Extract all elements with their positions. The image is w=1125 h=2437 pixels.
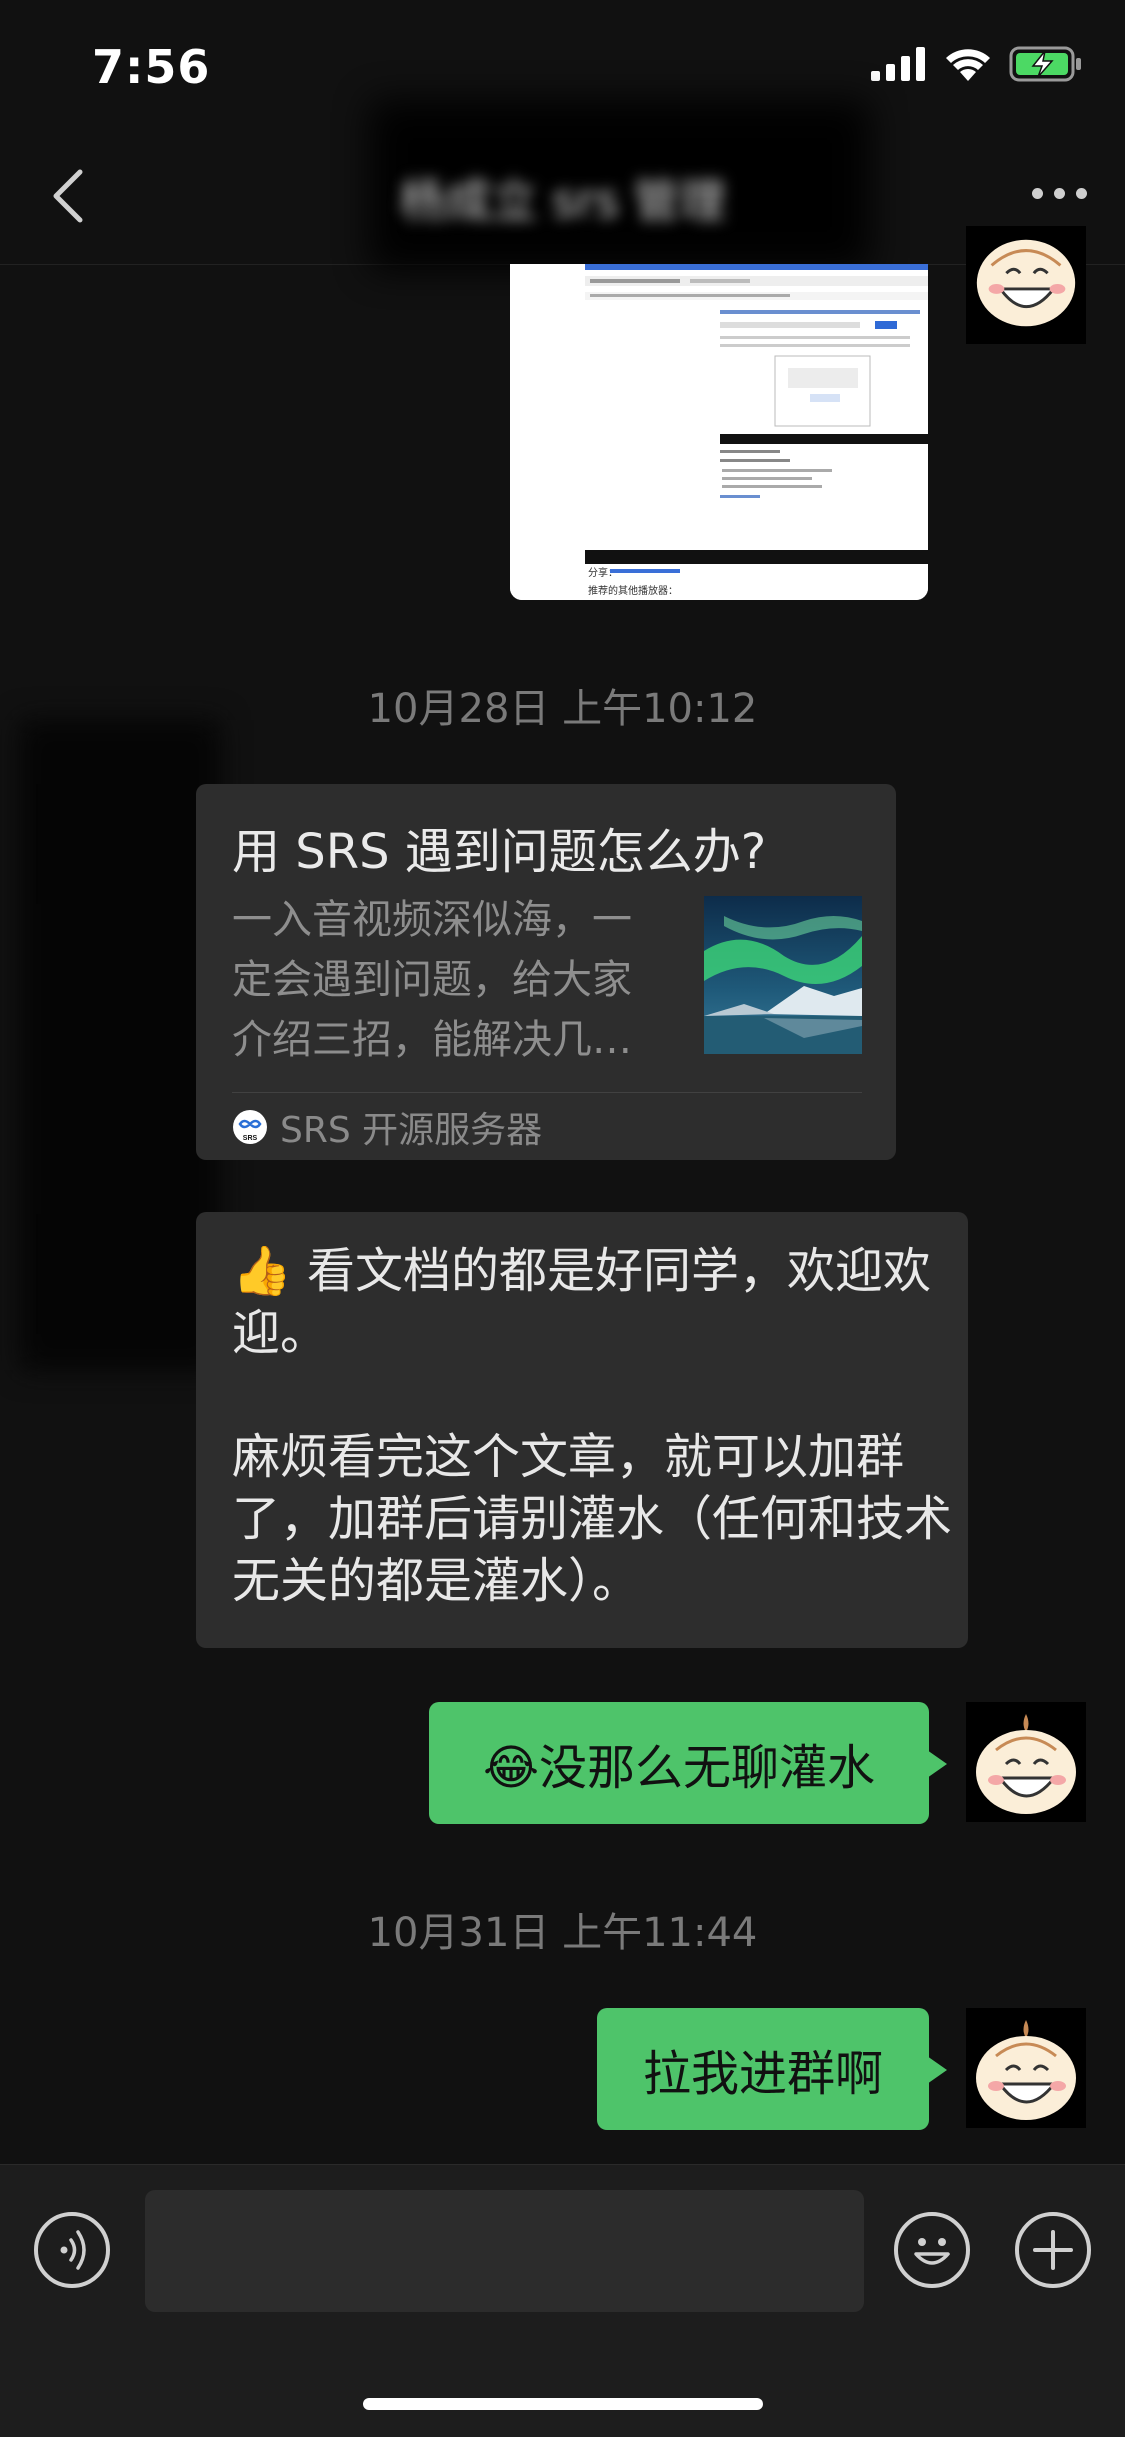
signal-icon: [871, 47, 925, 81]
bun-avatar-icon: [967, 226, 1085, 344]
home-indicator: [363, 2398, 763, 2410]
card-divider: [232, 1092, 862, 1093]
card-source: SRS SRS 开源服务器: [232, 1102, 542, 1152]
message-text: 拉我进群啊: [642, 2046, 883, 2102]
card-thumbnail: [704, 896, 862, 1054]
voice-icon: [60, 2230, 86, 2270]
plus-icon: [1033, 2230, 1073, 2270]
message-text: 👍 看文档的都是好同学，欢迎欢迎。 麻烦看完这个文章，就可以加群了，加群后请别灌…: [232, 1243, 953, 1609]
card-title: 用 SRS 遇到问题怎么办?: [232, 824, 767, 880]
voice-button[interactable]: [34, 2212, 110, 2288]
more-dots-icon[interactable]: [1032, 188, 1087, 199]
avatar[interactable]: [966, 226, 1086, 344]
avatar[interactable]: [966, 2008, 1086, 2128]
image-caption-players: 推荐的其他播放器：: [588, 584, 678, 597]
outgoing-message[interactable]: 😂没那么无聊灌水: [429, 1702, 947, 1824]
bun-avatar-icon: [966, 2008, 1086, 2128]
srs-logo-text: SRS: [243, 1135, 258, 1142]
battery-charging-icon: [1009, 46, 1081, 82]
chat-title: 杨成立 srs 管理: [399, 174, 726, 228]
redaction-blur: [20, 720, 220, 1370]
card-source-name: SRS 开源服务器: [280, 1110, 543, 1151]
image-message[interactable]: 分享： 推荐的其他播放器：: [510, 264, 928, 600]
status-icons: [871, 46, 1083, 82]
aurora-thumbnail-icon: [704, 896, 862, 1054]
srs-logo-icon: SRS: [233, 1110, 267, 1144]
plus-button[interactable]: [1015, 2212, 1091, 2288]
text-message[interactable]: 👍 看文档的都是好同学，欢迎欢迎。 麻烦看完这个文章，就可以加群了，加群后请别灌…: [196, 1212, 968, 1648]
emoji-button[interactable]: [894, 2212, 970, 2288]
message-text: 😂没那么无聊灌水: [482, 1740, 876, 1796]
bun-avatar-icon: [966, 1702, 1086, 1822]
card-description: 一入音视频深似海，一定会遇到问题，给大家介绍三招，能解决几…: [232, 897, 632, 1063]
outgoing-message[interactable]: 拉我进群啊: [597, 2008, 947, 2130]
webpage-screenshot-thumbnail: 分享： 推荐的其他播放器：: [510, 264, 928, 600]
back-button[interactable]: [42, 166, 102, 226]
link-card-message[interactable]: 用 SRS 遇到问题怎么办? 一入音视频深似海，一定会遇到问题，给大家介绍三招，…: [196, 784, 896, 1160]
message-input[interactable]: [145, 2190, 864, 2312]
status-time: 7:56: [92, 40, 211, 94]
wifi-icon: [946, 49, 990, 81]
timestamp: 10月31日 上午11:44: [367, 1910, 758, 1956]
avatar[interactable]: [966, 1702, 1086, 1822]
emoji-icon: [914, 2238, 950, 2265]
